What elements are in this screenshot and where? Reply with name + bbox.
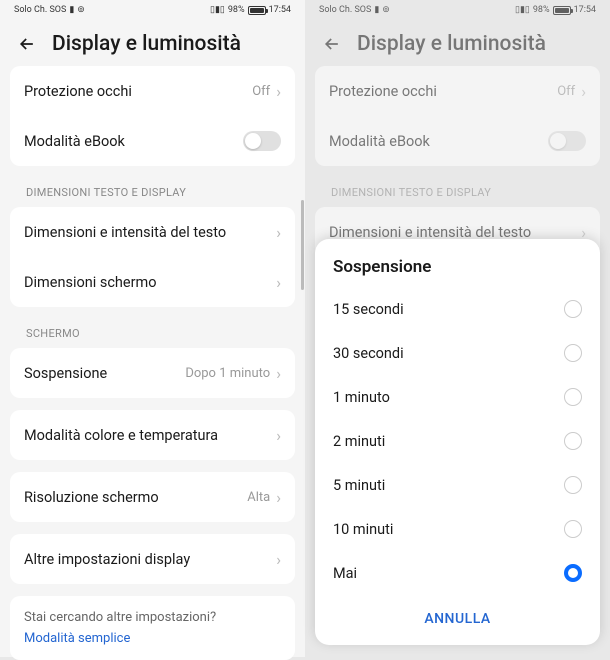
chevron-right-icon: › (276, 426, 281, 445)
section-header-text: DIMENSIONI TESTO E DISPLAY (315, 178, 600, 207)
row-label: Modalità colore e temperatura (24, 427, 218, 444)
sheet-option[interactable]: 2 minuti (315, 419, 600, 463)
row-screen-size[interactable]: Dimensioni schermo › (10, 257, 295, 307)
row-sleep[interactable]: Sospensione Dopo 1 minuto › (10, 348, 295, 398)
signal-icon: ▮ (69, 5, 74, 15)
sheet-option-label: 2 minuti (333, 433, 385, 450)
radio-selected-icon[interactable] (564, 564, 582, 582)
carrier-text: Solo Ch. SOS (319, 5, 371, 15)
wifi-icon: ⊚ (77, 5, 85, 15)
row-text-size[interactable]: Dimensioni e intensità del testo › (10, 207, 295, 257)
phone-screen-right: Solo Ch. SOS ▮ ⊚ ▯▮▯ 98% 17:54 Display e… (305, 0, 610, 657)
wifi-icon: ⊚ (382, 5, 390, 15)
row-eye-protection[interactable]: Protezione occhi Off › (10, 66, 295, 116)
back-arrow-icon (322, 34, 342, 54)
status-bar: Solo Ch. SOS ▮ ⊚ ▯▮▯ 98% 17:54 (305, 0, 610, 18)
row-label: Modalità eBook (329, 133, 430, 150)
back-arrow-icon (17, 34, 37, 54)
row-label: Sospensione (24, 365, 107, 382)
cancel-button[interactable]: ANNULLA (315, 595, 600, 645)
footer-card: Stai cercando altre impostazioni? Modali… (10, 596, 295, 660)
radio-icon[interactable] (564, 344, 582, 362)
section-header-text: DIMENSIONI TESTO E DISPLAY (10, 178, 295, 207)
toggle-switch[interactable] (548, 131, 586, 151)
row-value: Dopo 1 minuto (185, 366, 270, 381)
row-label: Risoluzione schermo (24, 489, 159, 506)
back-button[interactable] (16, 33, 38, 55)
row-label: Dimensioni e intensità del testo (24, 224, 226, 241)
chevron-right-icon: › (276, 488, 281, 507)
sheet-option-label: Mai (333, 565, 357, 582)
vibrate-icon: ▯▮▯ (210, 5, 225, 15)
footer-link-simple-mode[interactable]: Modalità semplice (24, 631, 281, 646)
vibrate-icon: ▯▮▯ (515, 5, 530, 15)
sheet-option[interactable]: 1 minuto (315, 375, 600, 419)
row-value: Off (557, 84, 575, 99)
header: Display e luminosità (0, 18, 305, 66)
radio-icon[interactable] (564, 476, 582, 494)
row-more-settings[interactable]: Altre impostazioni display › (10, 534, 295, 584)
chevron-right-icon: › (276, 273, 281, 292)
sheet-option-label: 10 minuti (333, 521, 393, 538)
row-value: Alta (247, 490, 270, 505)
radio-icon[interactable] (564, 520, 582, 538)
sheet-option[interactable]: Mai (315, 551, 600, 595)
battery-icon (553, 6, 571, 15)
page-title: Display e luminosità (52, 32, 241, 56)
signal-icon: ▮ (374, 5, 379, 15)
sheet-option-label: 30 secondi (333, 345, 404, 362)
row-label: Modalità eBook (24, 133, 125, 150)
page-title: Display e luminosità (357, 32, 546, 56)
bottom-sheet-sleep: Sospensione 15 secondi 30 secondi 1 minuto… (315, 239, 600, 645)
chevron-right-icon: › (276, 550, 281, 569)
status-bar: Solo Ch. SOS ▮ ⊚ ▯▮▯ 98% 17:54 (0, 0, 305, 18)
chevron-right-icon: › (276, 223, 281, 242)
chevron-right-icon: › (276, 364, 281, 383)
phone-screen-left: Solo Ch. SOS ▮ ⊚ ▯▮▯ 98% 17:54 Display e… (0, 0, 305, 657)
scrollbar[interactable] (301, 200, 304, 290)
header: Display e luminosità (305, 18, 610, 66)
row-value: Off (252, 84, 270, 99)
row-label: Protezione occhi (24, 83, 132, 100)
row-color-temp[interactable]: Modalità colore e temperatura › (10, 410, 295, 460)
battery-text: 98% (228, 5, 245, 15)
sheet-option-label: 15 secondi (333, 301, 404, 318)
time-text: 17:54 (574, 5, 596, 15)
time-text: 17:54 (269, 5, 291, 15)
back-button[interactable] (321, 33, 343, 55)
radio-icon[interactable] (564, 300, 582, 318)
chevron-right-icon: › (276, 82, 281, 101)
sheet-title: Sospensione (315, 239, 600, 287)
row-label: Altre impostazioni display (24, 551, 190, 568)
toggle-switch[interactable] (243, 131, 281, 151)
row-eye-protection[interactable]: Protezione occhi Off › (315, 66, 600, 116)
radio-icon[interactable] (564, 388, 582, 406)
battery-icon (248, 6, 266, 15)
row-label: Protezione occhi (329, 83, 437, 100)
row-ebook-mode[interactable]: Modalità eBook (10, 116, 295, 166)
carrier-text: Solo Ch. SOS (14, 5, 66, 15)
sheet-option[interactable]: 5 minuti (315, 463, 600, 507)
row-label: Dimensioni e intensità del testo (329, 224, 531, 241)
row-label: Dimensioni schermo (24, 274, 157, 291)
row-ebook-mode[interactable]: Modalità eBook (315, 116, 600, 166)
section-header-screen: SCHERMO (10, 319, 295, 348)
footer-question: Stai cercando altre impostazioni? (24, 610, 281, 625)
sheet-option[interactable]: 15 secondi (315, 287, 600, 331)
sheet-option-label: 1 minuto (333, 389, 390, 406)
chevron-right-icon: › (581, 82, 586, 101)
row-resolution[interactable]: Risoluzione schermo Alta › (10, 472, 295, 522)
radio-icon[interactable] (564, 432, 582, 450)
battery-text: 98% (533, 5, 550, 15)
sheet-option[interactable]: 10 minuti (315, 507, 600, 551)
sheet-option[interactable]: 30 secondi (315, 331, 600, 375)
sheet-option-label: 5 minuti (333, 477, 385, 494)
